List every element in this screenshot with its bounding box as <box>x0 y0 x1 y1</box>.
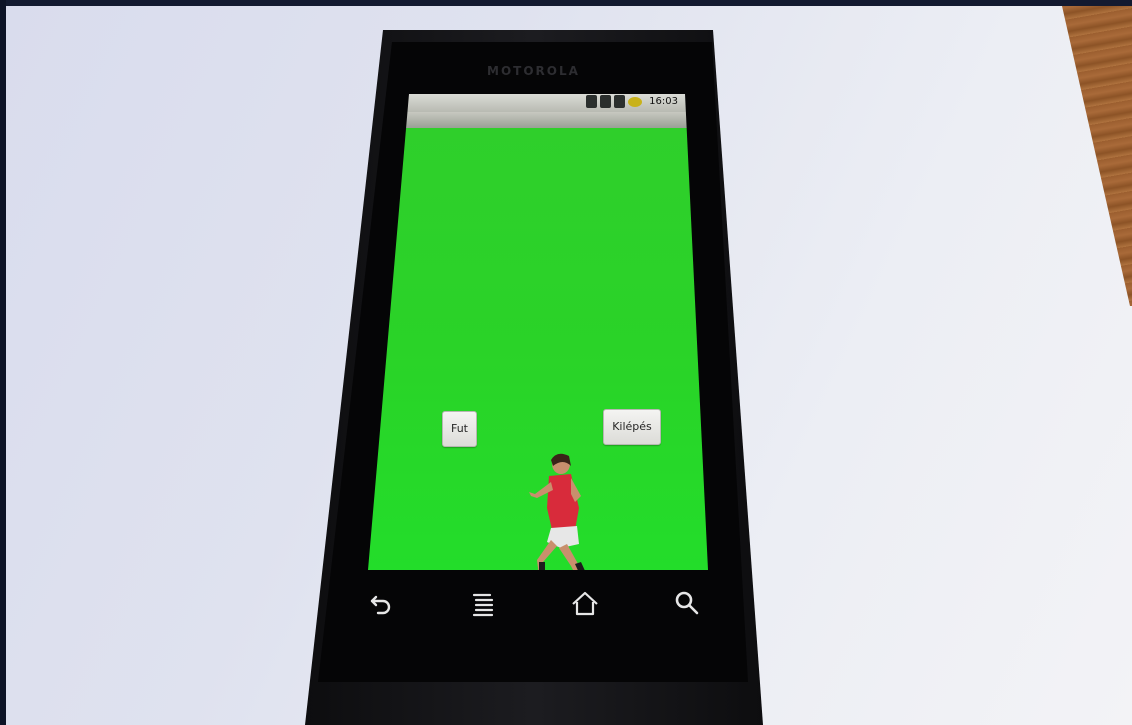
status-time: 16:03 <box>649 96 678 107</box>
photo-scene: MOTOROLA 16:03 Fut Kilépés <box>0 0 1132 725</box>
signal-icon <box>614 95 626 108</box>
phone-screen: 16:03 Fut Kilépés <box>368 94 708 570</box>
dark-edge <box>0 0 6 725</box>
kilepes-button[interactable]: Kilépés <box>603 409 661 445</box>
brand-logo: MOTOROLA <box>487 64 580 78</box>
usb-icon <box>586 95 598 108</box>
runner-sock-back <box>539 562 545 570</box>
android-nav-bar <box>338 580 738 628</box>
app-title-bar <box>368 112 708 128</box>
menu-icon[interactable] <box>468 588 498 618</box>
sd-card-icon <box>600 95 612 108</box>
status-icons: 16:03 <box>586 95 678 108</box>
app-canvas[interactable]: Fut Kilépés <box>368 128 708 570</box>
fut-button[interactable]: Fut <box>442 411 477 447</box>
runner-sock-front <box>575 562 591 570</box>
runner-shirt <box>547 474 579 534</box>
runner-sprite <box>529 453 591 570</box>
status-bar: 16:03 <box>368 94 708 112</box>
back-icon[interactable] <box>366 588 396 618</box>
home-icon[interactable] <box>570 588 600 618</box>
search-icon[interactable] <box>672 588 702 618</box>
battery-icon <box>628 96 643 107</box>
